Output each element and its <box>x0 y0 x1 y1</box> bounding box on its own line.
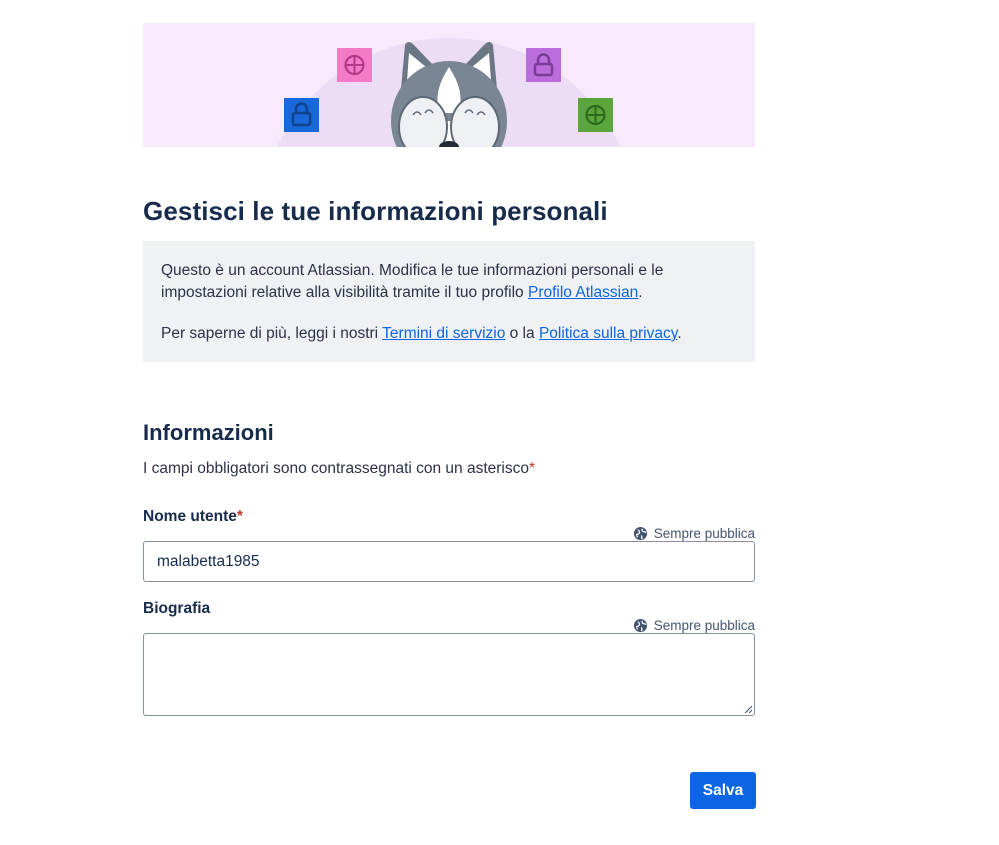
required-asterisk: * <box>529 460 536 477</box>
resize-grip-icon[interactable] <box>743 704 753 714</box>
bio-visibility: Sempre pubblica <box>633 618 755 633</box>
globe-icon <box>633 526 647 541</box>
dribbble-icon <box>578 98 613 132</box>
required-fields-note: I campi obbligatori sono contrassegnati … <box>143 460 536 477</box>
username-input[interactable]: malabetta1985 <box>143 541 755 582</box>
required-asterisk: * <box>236 508 243 525</box>
dribbble-icon <box>337 48 372 82</box>
save-button[interactable]: Salva <box>690 772 756 809</box>
bio-label: Biografia <box>143 600 211 617</box>
atlassian-profile-link[interactable]: Profilo Atlassian <box>528 284 638 301</box>
lock-icon <box>284 98 319 132</box>
username-label: Nome utente* <box>143 508 243 525</box>
privacy-policy-link[interactable]: Politica sulla privacy <box>539 325 677 342</box>
page-title: Gestisci le tue informazioni personali <box>143 196 608 226</box>
section-title: Informazioni <box>143 420 274 445</box>
bio-textarea[interactable] <box>143 633 755 716</box>
bio-label-row: Biografia Sempre pubblica <box>143 600 755 633</box>
husky-illustration <box>277 38 621 147</box>
username-visibility: Sempre pubblica <box>633 526 755 541</box>
notice-legal-text: Per saperne di più, leggi i nostri Termi… <box>161 325 682 342</box>
hero-banner <box>143 23 755 147</box>
username-label-row: Nome utente* Sempre pubblica <box>143 508 755 541</box>
lock-icon <box>526 48 561 82</box>
terms-of-service-link[interactable]: Termini di servizio <box>382 325 505 342</box>
info-notice: Questo è un account Atlassian. Modifica … <box>143 241 755 362</box>
globe-icon <box>633 618 647 633</box>
notice-account-text: Questo è un account Atlassian. Modifica … <box>161 262 664 301</box>
